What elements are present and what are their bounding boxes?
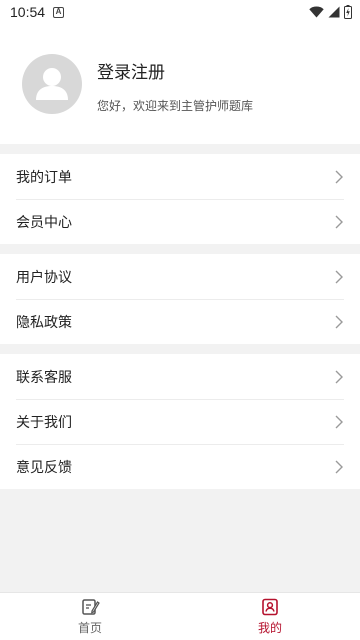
menu-item-label: 关于我们 xyxy=(16,414,72,431)
chevron-right-icon xyxy=(335,270,343,283)
menu-item-privacy-policy[interactable]: 隐私政策 xyxy=(0,299,360,344)
menu-item-label: 隐私政策 xyxy=(16,314,72,331)
tab-mine-label: 我的 xyxy=(257,621,282,635)
menu-item-label: 联系客服 xyxy=(16,369,72,386)
profile-header: 登录注册 您好，欢迎来到主管护师题库 xyxy=(0,24,360,144)
status-icons xyxy=(309,5,352,19)
menu-item-member-center[interactable]: 会员中心 xyxy=(0,199,360,244)
a-icon: A xyxy=(53,6,65,18)
chevron-right-icon xyxy=(335,315,343,328)
menu-item-label: 会员中心 xyxy=(16,214,72,231)
chevron-right-icon xyxy=(335,170,343,183)
status-bar: 10:54 A xyxy=(0,0,360,24)
chevron-right-icon xyxy=(335,415,343,428)
menu-group-account: 我的订单 会员中心 xyxy=(0,154,360,244)
menu-item-label: 用户协议 xyxy=(16,269,72,286)
chevron-right-icon xyxy=(335,215,343,228)
menu-group-policies: 用户协议 隐私政策 xyxy=(0,254,360,344)
tab-mine[interactable]: 我的 xyxy=(180,593,360,640)
menu-item-feedback[interactable]: 意见反馈 xyxy=(0,444,360,489)
status-time: 10:54 xyxy=(10,4,46,20)
chevron-right-icon xyxy=(335,370,343,383)
battery-charging-icon xyxy=(344,5,352,19)
profile-icon xyxy=(262,598,278,616)
menu-item-about-us[interactable]: 关于我们 xyxy=(0,399,360,444)
menu-item-contact-service[interactable]: 联系客服 xyxy=(0,354,360,399)
menu-group-support: 联系客服 关于我们 意见反馈 xyxy=(0,354,360,489)
user-icon xyxy=(36,68,68,100)
tab-home-label: 首页 xyxy=(77,621,102,635)
chevron-right-icon xyxy=(335,460,343,473)
wifi-icon xyxy=(309,6,324,18)
signal-icon xyxy=(328,6,340,18)
menu-item-label: 我的订单 xyxy=(16,169,72,186)
login-register-link[interactable]: 登录注册 xyxy=(97,58,165,83)
avatar[interactable] xyxy=(22,54,82,114)
edit-icon xyxy=(82,599,100,615)
menu-item-user-agreement[interactable]: 用户协议 xyxy=(0,254,360,299)
bottom-tab-bar: 首页 我的 xyxy=(0,592,360,640)
menu-item-my-orders[interactable]: 我的订单 xyxy=(0,154,360,199)
welcome-text: 您好，欢迎来到主管护师题库 xyxy=(97,99,254,113)
menu-item-label: 意见反馈 xyxy=(16,459,72,476)
tab-home[interactable]: 首页 xyxy=(0,593,180,640)
